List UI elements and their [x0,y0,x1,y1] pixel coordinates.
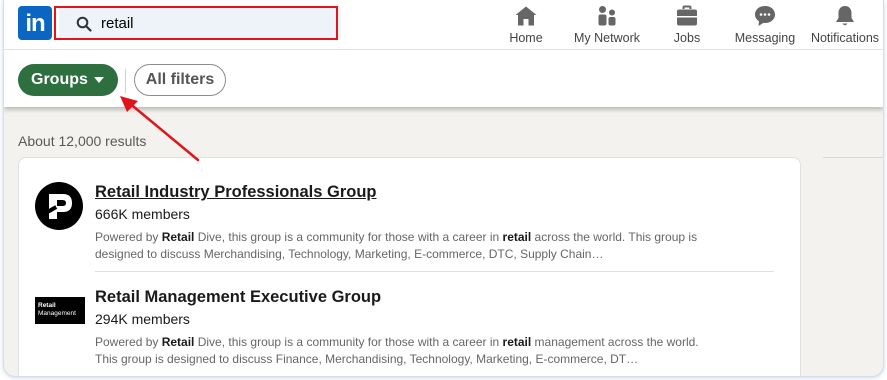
bell-icon [836,6,854,26]
search-input[interactable] [101,6,331,40]
result-item[interactable]: Retail Management Retail Management Exec… [19,271,800,376]
home-icon [515,6,537,26]
nav-notifications-label: Notifications [810,31,880,45]
search-results-card: Retail Industry Professionals Group 666K… [18,157,801,376]
linkedin-logo[interactable]: in [18,6,52,40]
result-description: Powered by Retail Dive, this group is a … [95,335,699,366]
result-title-link[interactable]: Retail Management Executive Group [95,288,381,307]
search-filter-bar: Groups All filters [4,50,883,107]
top-navigation: in Home My Network [4,0,883,50]
browser-frame: in Home My Network [3,0,884,377]
retail-dive-logo[interactable] [35,182,83,230]
nav-messaging[interactable]: Messaging [731,4,799,46]
result-members: 294K members [95,311,190,327]
result-description: Powered by Retail Dive, this group is a … [95,230,698,261]
people-icon [598,6,616,26]
nav-notifications[interactable]: Notifications [807,4,883,46]
nav-messaging-label: Messaging [734,31,796,45]
search-icon [76,16,92,32]
filter-divider [125,69,126,93]
briefcase-icon [677,5,697,26]
nav-jobs-label: Jobs [673,31,701,45]
nav-home[interactable]: Home [504,4,548,46]
all-filters-button[interactable]: All filters [134,64,226,96]
results-count: About 12,000 results [18,133,147,149]
nav-home-label: Home [509,31,543,45]
nav-my-network[interactable]: My Network [566,4,648,46]
groups-filter-button[interactable]: Groups [18,64,118,96]
result-item[interactable]: Retail Industry Professionals Group 666K… [19,158,800,271]
right-column-divider [823,157,883,158]
chat-icon [755,6,775,26]
result-members: 666K members [95,206,190,222]
result-title-link[interactable]: Retail Industry Professionals Group [95,183,376,202]
nav-my-network-label: My Network [574,31,640,45]
caret-down-icon [94,77,104,83]
search-box[interactable] [59,6,341,40]
nav-jobs[interactable]: Jobs [665,4,709,46]
retail-management-logo[interactable]: Retail Management [35,297,85,324]
groups-filter-label: Groups [31,71,88,88]
